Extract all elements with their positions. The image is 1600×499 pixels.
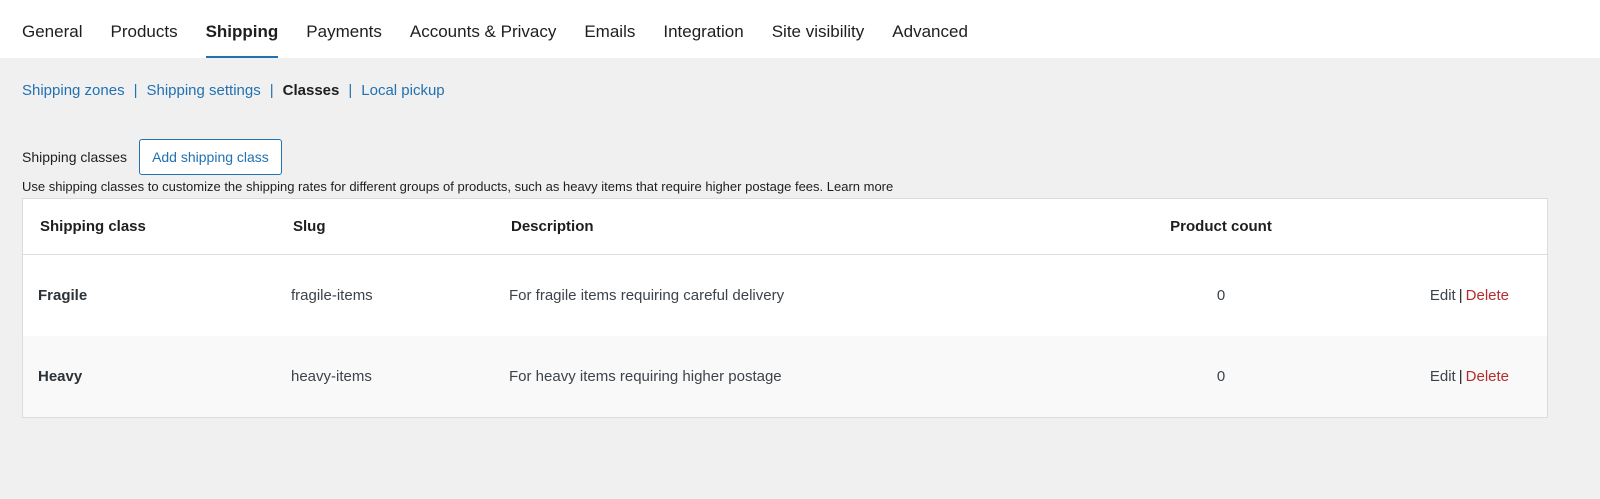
edit-link[interactable]: Edit <box>1430 287 1456 304</box>
action-separator: | <box>1458 368 1463 385</box>
shipping-classes-header: Shipping classes Add shipping class <box>22 139 282 175</box>
subnav-local-pickup[interactable]: Local pickup <box>361 82 444 99</box>
action-separator: | <box>1458 287 1463 304</box>
subnav-separator: | <box>269 82 274 99</box>
header-shipping-class: Shipping class <box>40 218 146 235</box>
row-actions: Edit | Delete <box>1430 368 1509 385</box>
subnav-classes: Classes <box>282 82 340 99</box>
tab-integration[interactable]: Integration <box>663 0 743 58</box>
table-row: Heavy heavy-items For heavy items requir… <box>23 336 1547 417</box>
edit-link[interactable]: Edit <box>1430 368 1456 385</box>
header-slug: Slug <box>293 218 326 235</box>
shipping-subnav: Shipping zones | Shipping settings | Cla… <box>22 82 445 99</box>
shipping-classes-table: Shipping class Slug Description Product … <box>22 198 1548 418</box>
learn-more-link[interactable]: Learn more <box>827 179 893 194</box>
tab-emails[interactable]: Emails <box>584 0 635 58</box>
subnav-separator: | <box>348 82 353 99</box>
class-description: For fragile items requiring careful deli… <box>509 287 785 304</box>
class-name: Fragile <box>38 287 88 304</box>
subnav-separator: | <box>133 82 138 99</box>
row-actions: Edit | Delete <box>1430 287 1509 304</box>
tab-site-visibility[interactable]: Site visibility <box>772 0 865 58</box>
help-description: Use shipping classes to customize the sh… <box>22 179 827 194</box>
tab-advanced[interactable]: Advanced <box>892 0 968 58</box>
help-text: Use shipping classes to customize the sh… <box>22 179 893 194</box>
class-name: Heavy <box>38 368 83 385</box>
add-shipping-class-button[interactable]: Add shipping class <box>139 139 282 175</box>
table-header: Shipping class Slug Description Product … <box>23 199 1547 255</box>
class-product-count: 0 <box>1216 368 1226 385</box>
subnav-shipping-zones[interactable]: Shipping zones <box>22 82 125 99</box>
subnav-shipping-settings[interactable]: Shipping settings <box>146 82 260 99</box>
class-slug: fragile-items <box>291 287 373 304</box>
tab-products[interactable]: Products <box>110 0 177 58</box>
header-description: Description <box>511 218 594 235</box>
class-description: For heavy items requiring higher postage <box>509 368 782 385</box>
settings-tabs: General Products Shipping Payments Accou… <box>0 0 1600 58</box>
header-product-count: Product count <box>1170 218 1272 235</box>
tab-general[interactable]: General <box>22 0 82 58</box>
tab-shipping[interactable]: Shipping <box>205 0 279 58</box>
section-label: Shipping classes <box>22 149 128 165</box>
class-product-count: 0 <box>1216 287 1226 304</box>
delete-link[interactable]: Delete <box>1466 368 1509 385</box>
tab-accounts-privacy[interactable]: Accounts & Privacy <box>410 0 556 58</box>
class-slug: heavy-items <box>291 368 372 385</box>
tab-payments[interactable]: Payments <box>306 0 382 58</box>
table-row: Fragile fragile-items For fragile items … <box>23 255 1547 336</box>
delete-link[interactable]: Delete <box>1466 287 1509 304</box>
